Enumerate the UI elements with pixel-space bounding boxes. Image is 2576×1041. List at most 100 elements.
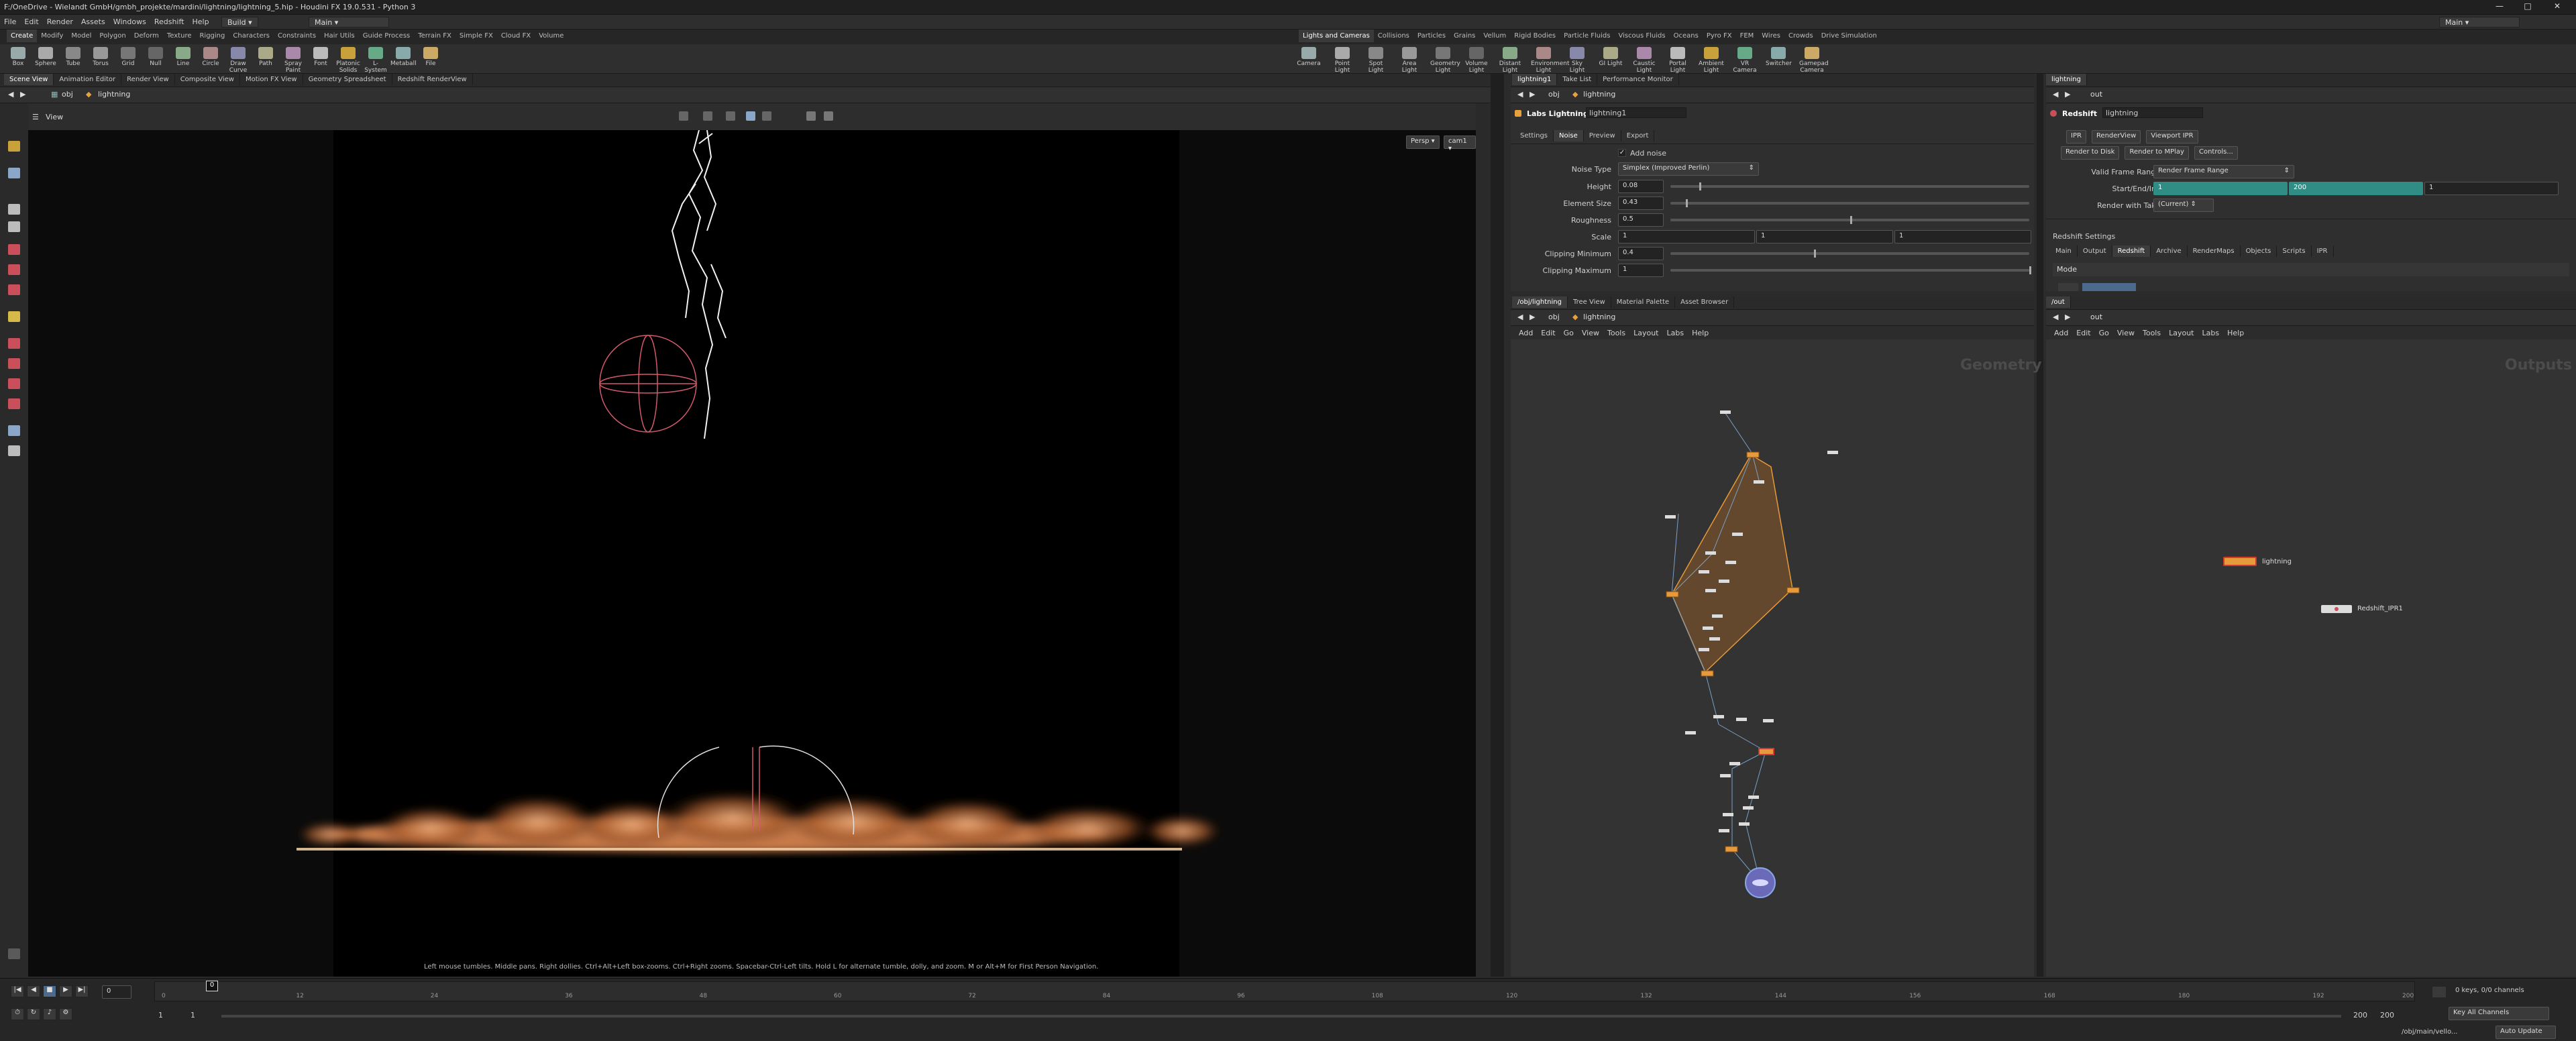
cut-icon[interactable] xyxy=(8,378,20,389)
rs-btn-render-to-mplay[interactable]: Render to MPlay xyxy=(2125,146,2189,160)
params-subtab-settings[interactable]: Settings xyxy=(1515,130,1554,142)
geo-path-lightning[interactable]: lightning xyxy=(1583,313,1615,321)
capture-icon[interactable] xyxy=(806,111,816,121)
sculpt-tool-icon[interactable] xyxy=(8,284,20,295)
rs-subtab-main[interactable]: Main xyxy=(2050,245,2078,257)
rs-subtab-redshift[interactable]: Redshift xyxy=(2112,245,2151,257)
tool-file[interactable]: File xyxy=(418,46,443,73)
out-forward-icon[interactable]: ▶ xyxy=(2065,313,2070,321)
tool-gamepad-camera[interactable]: Gamepad Camera xyxy=(1799,46,1829,74)
rs-mode-button-1[interactable] xyxy=(2058,283,2078,291)
rs-tab[interactable]: lightning xyxy=(2046,74,2087,85)
tool-portal-light[interactable]: Portal Light xyxy=(1665,46,1690,74)
menu-windows[interactable]: Windows xyxy=(109,15,150,29)
element-size-slider[interactable] xyxy=(1670,199,2029,207)
rs-top-tab-viewport-ipr[interactable]: Viewport IPR xyxy=(2146,130,2198,144)
shelf-tab-crowds[interactable]: Crowds xyxy=(1784,30,1817,42)
params-path-lightning[interactable]: lightning xyxy=(1583,90,1615,99)
pose-tool-icon[interactable] xyxy=(8,204,20,215)
shelf-tab-constraints[interactable]: Constraints xyxy=(274,30,320,42)
shelf-tab-rigging[interactable]: Rigging xyxy=(195,30,229,42)
params-subtab-export[interactable]: Export xyxy=(1621,130,1655,142)
rs-subtab-output[interactable]: Output xyxy=(2078,245,2112,257)
shelf-tab-grains[interactable]: Grains xyxy=(1450,30,1479,42)
params-tab-lightning1[interactable]: lightning1 xyxy=(1512,74,1558,85)
shelf-tab-fem[interactable]: FEM xyxy=(1736,30,1758,42)
params-subtab-preview[interactable]: Preview xyxy=(1584,130,1621,142)
shelf-tab-modify[interactable]: Modify xyxy=(37,30,67,42)
tool-geometry-light[interactable]: Geometry Light xyxy=(1430,46,1460,74)
range-end2-field[interactable]: 200 xyxy=(2380,1011,2394,1020)
geo-menu-tools[interactable]: Tools xyxy=(1603,326,1629,340)
tool-line[interactable]: Line xyxy=(170,46,196,73)
geo-menu-layout[interactable]: Layout xyxy=(1629,326,1662,340)
geo-menu-help[interactable]: Help xyxy=(1688,326,1713,340)
maximize-button[interactable]: □ xyxy=(2516,1,2540,13)
tool-distant-light[interactable]: Distant Light xyxy=(1497,46,1523,74)
desktop-build-selector[interactable]: Build ▾ xyxy=(221,17,258,28)
shelf-tab-oceans[interactable]: Oceans xyxy=(1670,30,1703,42)
element-size-slider-handle[interactable] xyxy=(1686,199,1688,207)
params-subtab-noise[interactable]: Noise xyxy=(1554,130,1584,142)
shelf-tab-rigid-bodies[interactable]: Rigid Bodies xyxy=(1510,30,1560,42)
step-forward-button[interactable]: ▶| xyxy=(75,985,89,997)
rs-back-icon[interactable]: ◀ xyxy=(2053,90,2058,99)
out-back-icon[interactable]: ◀ xyxy=(2053,313,2058,321)
view-menu-icon[interactable]: ☰ xyxy=(32,113,39,121)
auto-update-dropdown[interactable]: Auto Update xyxy=(2496,1026,2556,1039)
rs-top-tab-ipr[interactable]: IPR xyxy=(2066,130,2086,144)
geo-network-canvas[interactable]: Geometry xyxy=(1511,339,2042,977)
audio-toggle[interactable]: ♪ xyxy=(43,1008,56,1020)
rs-subtab-rendermaps[interactable]: RenderMaps xyxy=(2188,245,2241,257)
clip-min-field[interactable]: 0.4 xyxy=(1618,247,1664,260)
rs-forward-icon[interactable]: ▶ xyxy=(2065,90,2070,99)
shelf-tab-characters[interactable]: Characters xyxy=(229,30,274,42)
params-back-icon[interactable]: ◀ xyxy=(1517,90,1523,99)
handle-tool-icon[interactable] xyxy=(8,244,20,255)
height-slider[interactable] xyxy=(1670,182,2029,190)
realtime-toggle[interactable]: ⏱ xyxy=(11,1008,24,1020)
tool-sky-light[interactable]: Sky Light xyxy=(1564,46,1590,74)
shelf-tab-polygon[interactable]: Polygon xyxy=(95,30,129,42)
step-back-button[interactable]: ◀ xyxy=(27,985,40,997)
display-options-icon[interactable] xyxy=(679,111,688,121)
range-start2-field[interactable]: 1 xyxy=(191,1011,195,1020)
tool-draw-curve[interactable]: Draw Curve xyxy=(225,46,251,74)
viewer-tab-motion-fx-view[interactable]: Motion FX View xyxy=(240,74,303,85)
path-lightning[interactable]: lightning xyxy=(98,90,130,99)
tool-circle[interactable]: Circle xyxy=(198,46,223,73)
tool-null[interactable]: Null xyxy=(143,46,168,73)
current-frame-field[interactable]: 0 xyxy=(102,985,131,999)
close-button[interactable]: ✕ xyxy=(2545,1,2569,13)
tool-metaball[interactable]: Metaball xyxy=(390,46,417,73)
out-menu-add[interactable]: Add xyxy=(2050,326,2072,340)
shelf-tab-viscous-fluids[interactable]: Viscous Fluids xyxy=(1614,30,1669,42)
rs-subtab-scripts[interactable]: Scripts xyxy=(2277,245,2312,257)
shelf-tab-particles[interactable]: Particles xyxy=(1413,30,1450,42)
move-tool-icon[interactable] xyxy=(8,168,20,178)
viewer-tab-animation-editor[interactable]: Animation Editor xyxy=(54,74,122,85)
geo-menu-view[interactable]: View xyxy=(1578,326,1603,340)
shelf-tab-model[interactable]: Model xyxy=(67,30,95,42)
rs-subtab-objects[interactable]: Objects xyxy=(2241,245,2277,257)
viewer-tab-composite-view[interactable]: Composite View xyxy=(175,74,240,85)
shelf-tab-particle-fluids[interactable]: Particle Fluids xyxy=(1560,30,1614,42)
back-arrow-icon[interactable]: ◀ xyxy=(8,90,13,99)
valid-frame-range-dropdown[interactable]: Render Frame Range ⇕ xyxy=(2153,165,2294,178)
out-menu-labs[interactable]: Labs xyxy=(2198,326,2224,340)
clip-max-slider-handle[interactable] xyxy=(2029,266,2031,274)
geo-menu-add[interactable]: Add xyxy=(1515,326,1537,340)
roughness-slider[interactable] xyxy=(1670,216,2029,224)
geo-tab-3[interactable]: Asset Browser xyxy=(1675,296,1735,308)
viewer-tab-geometry-spreadsheet[interactable]: Geometry Spreadsheet xyxy=(303,74,392,85)
camera-tool-icon[interactable] xyxy=(8,425,20,436)
tool-l-system[interactable]: L-System xyxy=(363,46,388,74)
scale-y-field[interactable]: 1 xyxy=(1756,230,1893,243)
shelf-tab-drive-simulation[interactable]: Drive Simulation xyxy=(1817,30,1881,42)
shelf-tab-volume[interactable]: Volume xyxy=(535,30,568,42)
menu-help[interactable]: Help xyxy=(188,15,213,29)
desktop-right-selector[interactable]: Main ▾ xyxy=(2439,17,2520,28)
shelf-tab-texture[interactable]: Texture xyxy=(163,30,196,42)
geo-back-icon[interactable]: ◀ xyxy=(1517,313,1523,321)
tool-vr-camera[interactable]: VR Camera xyxy=(1732,46,1758,74)
